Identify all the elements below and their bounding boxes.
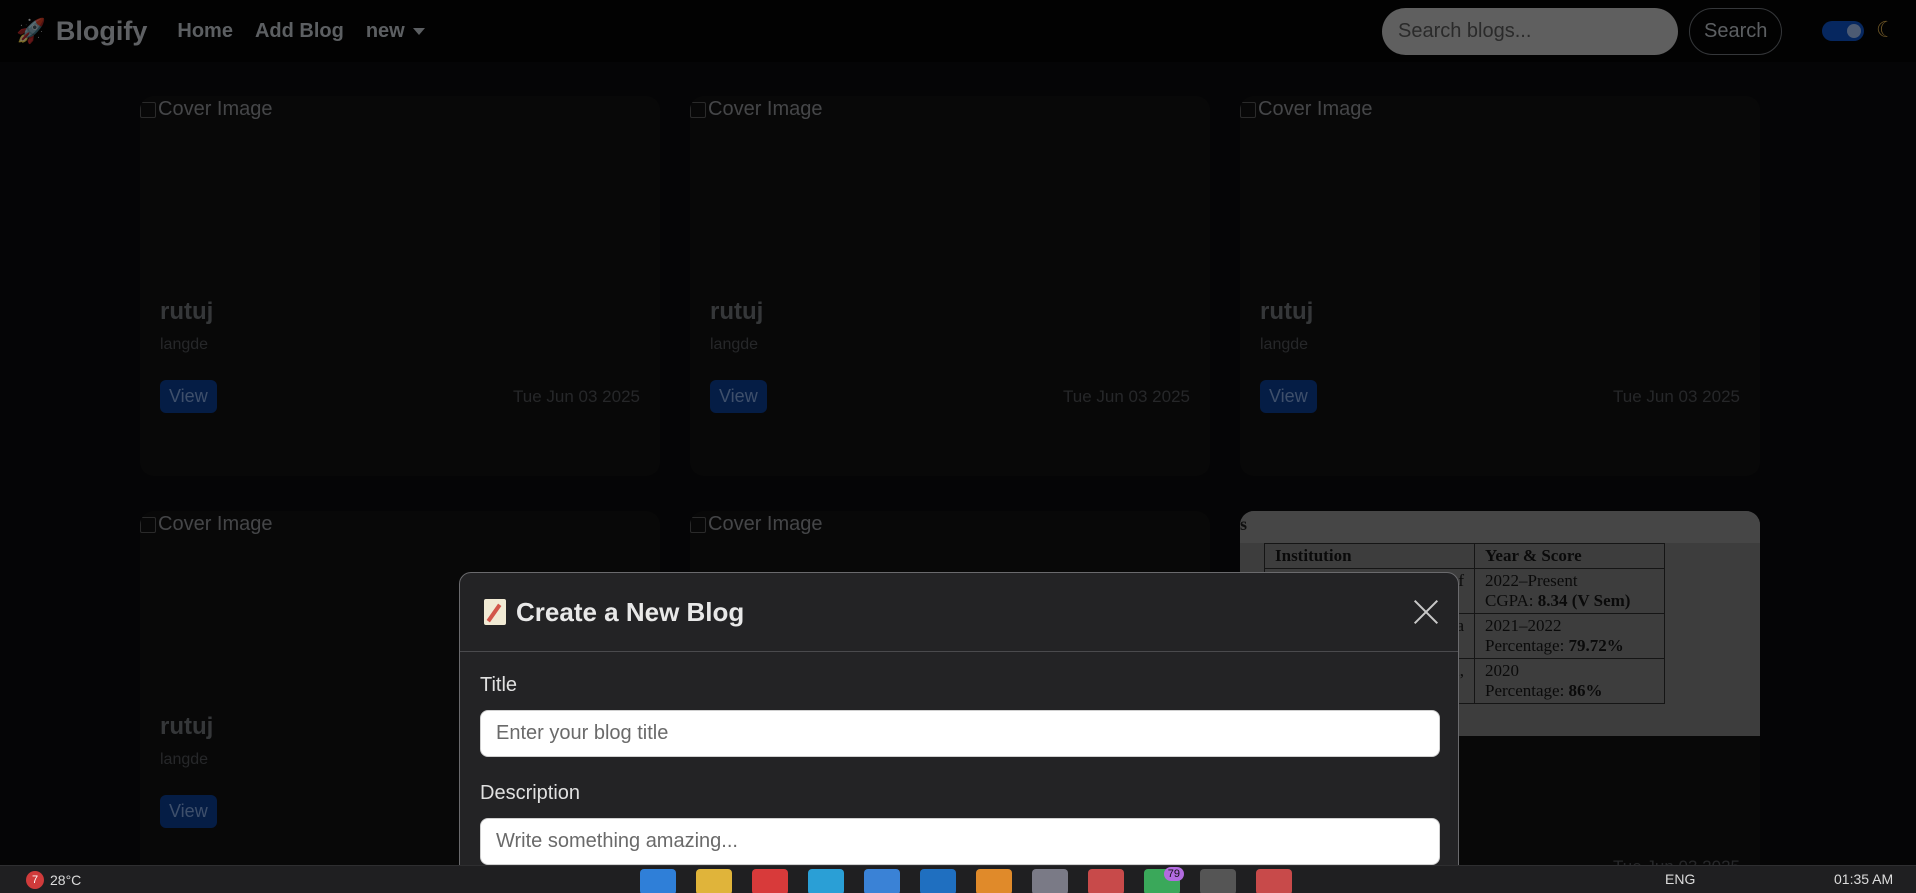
firefox-icon[interactable] [976, 869, 1012, 893]
language-indicator[interactable]: ENG [1665, 871, 1695, 887]
chrome-icon[interactable] [1256, 869, 1292, 893]
vscode-icon[interactable] [920, 869, 956, 893]
title-input[interactable] [480, 710, 1440, 757]
create-blog-modal: Create a New Blog Title Description [459, 572, 1459, 872]
whatsapp-icon[interactable]: 79 [1144, 867, 1184, 893]
modal-title: Create a New Blog [484, 597, 744, 628]
edge-browser-icon[interactable] [808, 869, 844, 893]
windows-start-icon[interactable] [640, 869, 676, 893]
chrome-active-icon[interactable] [1200, 869, 1236, 893]
notification-badge: 79 [1163, 867, 1184, 881]
app-red-icon[interactable] [752, 869, 788, 893]
description-label: Description [480, 782, 581, 804]
weather-widget[interactable]: 7 28°C [26, 871, 81, 889]
title-label: Title [480, 674, 518, 696]
file-explorer-icon[interactable] [696, 869, 732, 893]
temperature: 28°C [50, 872, 82, 888]
camera-icon[interactable] [1032, 869, 1068, 893]
weather-badge: 7 [26, 871, 44, 889]
description-input[interactable] [480, 818, 1440, 865]
taskbar: 7 28°C 79 ENG 01:35 AM [0, 865, 1916, 893]
taskbar-apps: 79 [640, 867, 1292, 893]
memo-icon [484, 599, 506, 625]
chrome-profile-icon[interactable] [1088, 869, 1124, 893]
store-icon[interactable] [864, 869, 900, 893]
modal-body: Title Description [460, 652, 1458, 871]
close-icon[interactable] [1412, 598, 1440, 626]
modal-header: Create a New Blog [460, 573, 1458, 652]
clock[interactable]: 01:35 AM [1834, 871, 1893, 887]
